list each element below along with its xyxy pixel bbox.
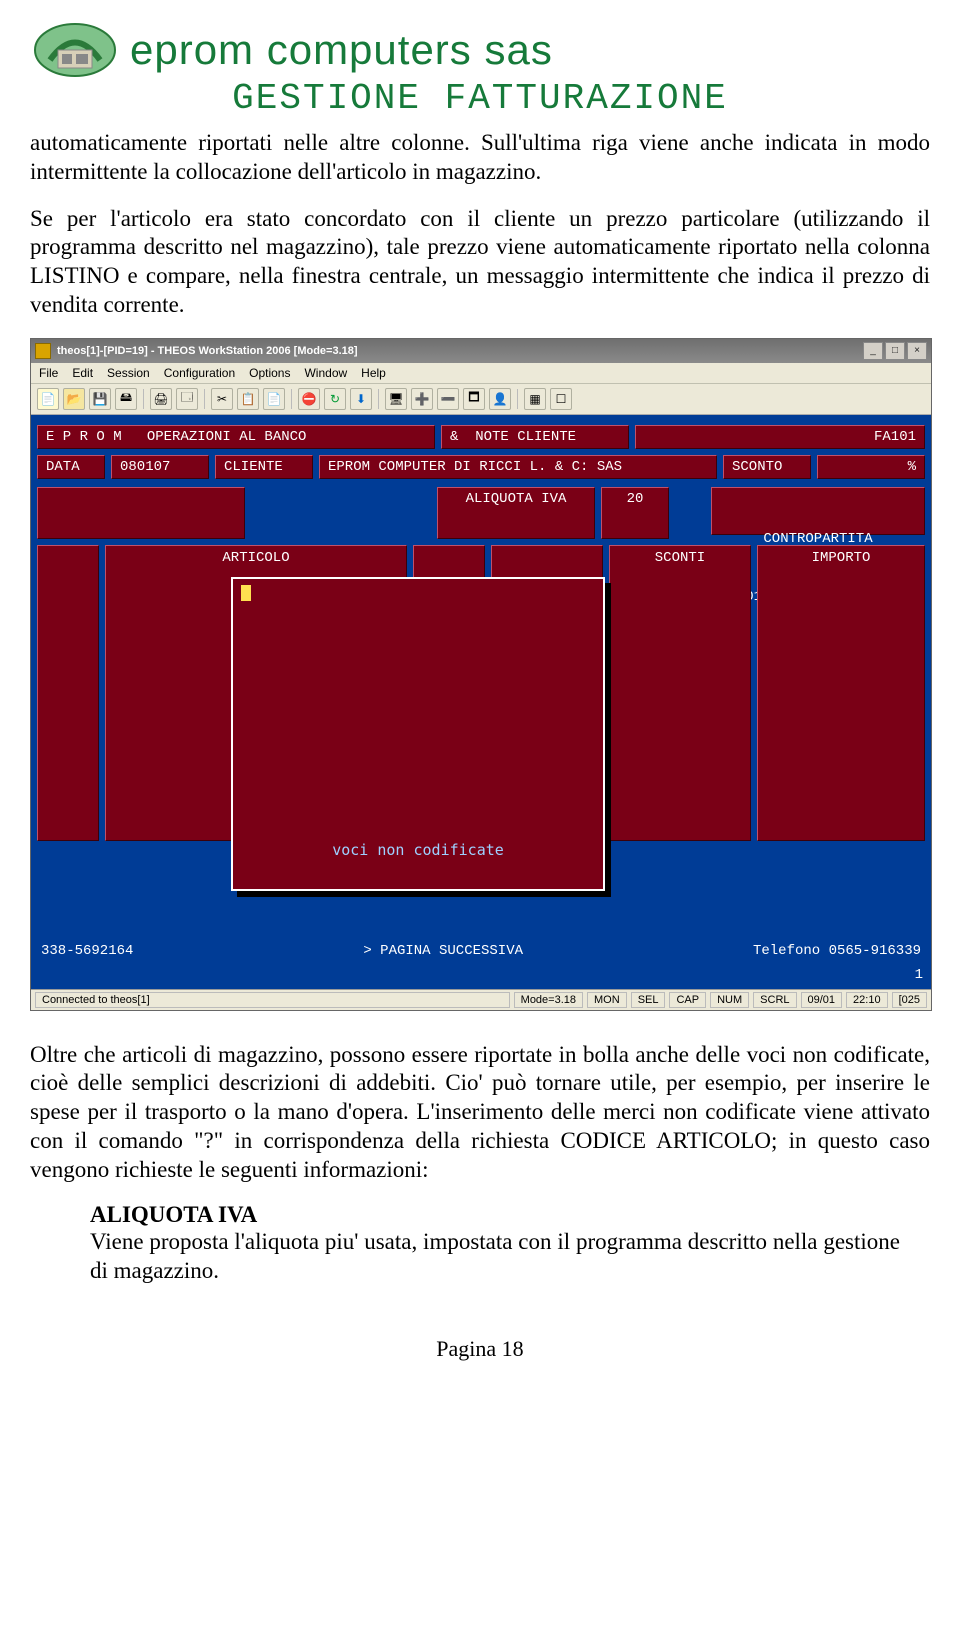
col-articolo-label: ARTICOLO	[222, 550, 289, 566]
col-sconti-label: SCONTI	[655, 550, 705, 566]
print-icon[interactable]: 🖨	[150, 388, 172, 410]
col-importo-label: IMPORTO	[812, 550, 871, 566]
terminal-area: E P R O M OPERAZIONI AL BANCO & NOTE CLI…	[31, 415, 931, 989]
status-connection: Connected to theos[1]	[35, 992, 510, 1008]
paragraph-2: Se per l'articolo era stato concordato c…	[30, 205, 930, 320]
sconto-label: SCONTO	[723, 455, 811, 479]
blank-icon[interactable]: ☐	[550, 388, 572, 410]
titlebar: theos[1]-[PID=19] - THEOS WorkStation 20…	[31, 339, 931, 363]
menu-session[interactable]: Session	[107, 366, 150, 380]
menu-help[interactable]: Help	[361, 366, 386, 380]
blank-box-1	[37, 487, 245, 539]
new-icon[interactable]: 📄	[37, 388, 59, 410]
footer-right: Telefono 0565-916339	[753, 943, 921, 959]
grid-col-importo: IMPORTO	[757, 545, 925, 841]
grid-icon[interactable]: ▦	[524, 388, 546, 410]
window-title: theos[1]-[PID=19] - THEOS WorkStation 20…	[57, 345, 863, 357]
footer-page-num: 1	[915, 967, 923, 983]
toolbar: 📄 📂 💾 🖴 🖨 🗔 ✂ 📋 📄 ⛔ ↻ ⬇ 🖥 ➕ ➖ 🗖 👤 ▦ ☐	[31, 384, 931, 415]
status-mon: MON	[587, 992, 627, 1008]
maximize-button[interactable]: □	[885, 342, 905, 360]
paragraph-1: automaticamente riportati nelle altre co…	[30, 129, 930, 187]
paragraph-3: Oltre che articoli di magazzino, possono…	[30, 1041, 930, 1185]
menu-edit[interactable]: Edit	[72, 366, 93, 380]
open-icon[interactable]: 📂	[63, 388, 85, 410]
contropartita-box: CONTROPARTITA 46601 RICAVI DIVERSI	[711, 487, 925, 535]
aliquota-value: 20	[601, 487, 669, 539]
plus-icon[interactable]: ➕	[411, 388, 433, 410]
status-scrl: SCRL	[753, 992, 796, 1008]
cliente-label: CLIENTE	[215, 455, 313, 479]
status-time: 22:10	[846, 992, 888, 1008]
document-subtitle: GESTIONE FATTURAZIONE	[30, 78, 930, 119]
menubar: File Edit Session Configuration Options …	[31, 363, 931, 384]
down-icon[interactable]: ⬇	[350, 388, 372, 410]
menu-options[interactable]: Options	[249, 366, 290, 380]
data-value: 080107	[111, 455, 209, 479]
grid-col-blank1	[37, 545, 99, 841]
refresh-icon[interactable]: ↻	[324, 388, 346, 410]
status-mode: Mode=3.18	[514, 992, 583, 1008]
save-icon[interactable]: 💾	[89, 388, 111, 410]
section-aliquota-title: ALIQUOTA IVA	[90, 1202, 930, 1228]
footer-mid: > PAGINA SUCCESSIVA	[363, 943, 523, 959]
menu-configuration[interactable]: Configuration	[164, 366, 235, 380]
footer-left: 338-5692164	[41, 943, 133, 959]
eprom-logo	[30, 20, 120, 80]
brand-title: eprom computers sas	[130, 26, 553, 74]
header-code: FA101	[635, 425, 925, 449]
window-icon[interactable]: 🗖	[463, 388, 485, 410]
document-header: eprom computers sas	[30, 20, 930, 80]
cut-icon[interactable]: ✂	[211, 388, 233, 410]
close-button[interactable]: ×	[907, 342, 927, 360]
page-footer: Pagina 18	[30, 1336, 930, 1362]
status-num: NUM	[710, 992, 749, 1008]
status-extra: [025	[892, 992, 927, 1008]
popup-voci[interactable]: voci non codificate	[231, 577, 605, 891]
cliente-value: EPROM COMPUTER DI RICCI L. & C: SAS	[319, 455, 717, 479]
stop-icon[interactable]: ⛔	[298, 388, 320, 410]
aliquota-label: ALIQUOTA IVA	[437, 487, 595, 539]
app-icon	[35, 343, 51, 359]
data-label: DATA	[37, 455, 105, 479]
disk-icon[interactable]: 🖴	[115, 388, 137, 410]
section-aliquota-body: Viene proposta l'aliquota piu' usata, im…	[90, 1228, 900, 1286]
grid-col-sconti: SCONTI	[609, 545, 751, 841]
user-icon[interactable]: 👤	[489, 388, 511, 410]
copy-icon[interactable]: 📋	[237, 388, 259, 410]
header-operazioni: E P R O M OPERAZIONI AL BANCO	[37, 425, 435, 449]
minimize-button[interactable]: _	[863, 342, 883, 360]
status-sel: SEL	[631, 992, 666, 1008]
statusbar: Connected to theos[1] Mode=3.18 MON SEL …	[31, 989, 931, 1010]
minus-icon[interactable]: ➖	[437, 388, 459, 410]
status-date: 09/01	[801, 992, 843, 1008]
text-cursor	[241, 585, 251, 601]
status-cap: CAP	[669, 992, 706, 1008]
screen-icon[interactable]: 🖥	[385, 388, 407, 410]
popup-label: voci non codificate	[233, 841, 603, 859]
menu-window[interactable]: Window	[304, 366, 347, 380]
sconto-value: %	[817, 455, 925, 479]
terminal-footer: 338-5692164 > PAGINA SUCCESSIVA Telefono…	[41, 943, 921, 959]
header-note: & NOTE CLIENTE	[441, 425, 629, 449]
theos-window: theos[1]-[PID=19] - THEOS WorkStation 20…	[30, 338, 932, 1011]
preview-icon[interactable]: 🗔	[176, 388, 198, 410]
paste-icon[interactable]: 📄	[263, 388, 285, 410]
menu-file[interactable]: File	[39, 366, 58, 380]
